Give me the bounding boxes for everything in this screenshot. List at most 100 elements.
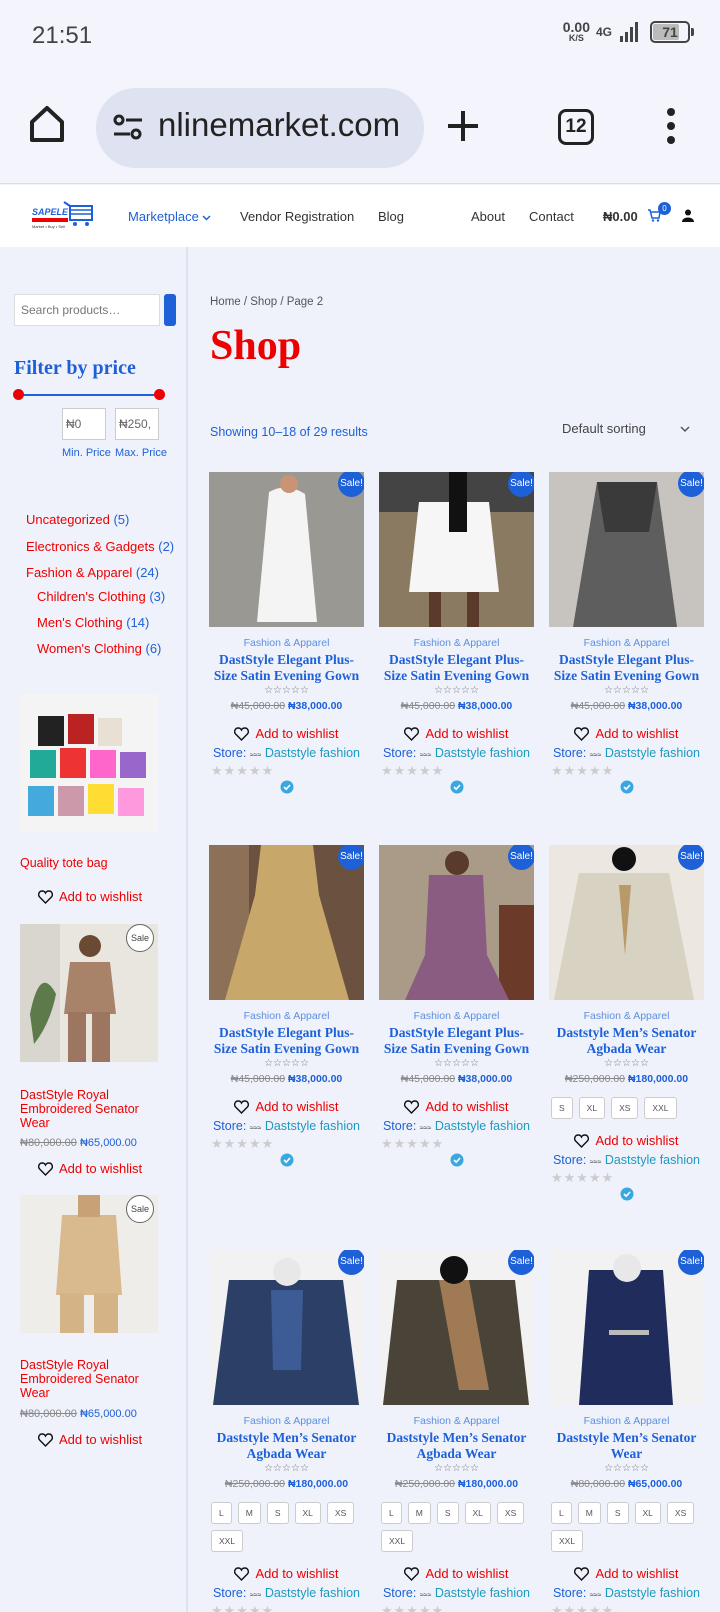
tabs-icon[interactable]: 12 <box>558 109 594 145</box>
size-option[interactable]: XXL <box>644 1097 677 1119</box>
price-slider-max-handle[interactable] <box>154 389 165 400</box>
add-to-wishlist-link[interactable]: Add to wishlist <box>209 1566 364 1581</box>
product-image[interactable]: Sale! <box>209 472 364 627</box>
product-category[interactable]: Fashion & Apparel <box>549 1415 704 1427</box>
size-option[interactable]: XL <box>634 1502 661 1524</box>
site-settings-icon[interactable] <box>112 112 144 142</box>
add-to-wishlist-link[interactable]: Add to wishlist <box>38 889 142 904</box>
new-tab-icon[interactable] <box>446 109 480 143</box>
store-link[interactable]: Store: ≈≈≈ Daststyle fashion <box>209 746 364 760</box>
size-option[interactable]: S <box>606 1502 629 1524</box>
add-to-wishlist-link[interactable]: Add to wishlist <box>38 1161 142 1176</box>
product-category[interactable]: Fashion & Apparel <box>379 1415 534 1427</box>
product-category[interactable]: Fashion & Apparel <box>549 637 704 649</box>
product-image[interactable]: Sale! <box>549 845 704 1000</box>
size-option[interactable]: XS <box>326 1502 355 1524</box>
product-image-tote-bag[interactable] <box>20 694 158 832</box>
cart-total[interactable]: ₦0.00 <box>603 209 638 224</box>
url-text[interactable]: nlinemarket.com <box>158 106 408 144</box>
product-card[interactable]: Sale! Fashion & Apparel DastStyle Elegant … <box>209 845 364 1167</box>
store-link[interactable]: Store: ≈≈≈ Daststyle fashion <box>209 1119 364 1133</box>
product-card[interactable]: Sale! Fashion & Apparel DastStyle Elegant … <box>379 472 534 794</box>
max-price-input[interactable]: ₦250, <box>115 408 159 440</box>
product-title[interactable]: DastStyle Elegant Plus-Size Satin Evenin… <box>209 652 364 684</box>
add-to-wishlist-link[interactable]: Add to wishlist <box>209 1099 364 1114</box>
product-image-senator-wear[interactable]: Sale <box>20 924 158 1062</box>
product-category[interactable]: Fashion & Apparel <box>209 1010 364 1022</box>
add-to-wishlist-link[interactable]: Add to wishlist <box>38 1432 142 1447</box>
price-slider-min-handle[interactable] <box>13 389 24 400</box>
nav-about[interactable]: About <box>471 209 505 224</box>
size-option[interactable]: XXL <box>381 1530 414 1552</box>
size-option[interactable]: XL <box>294 1502 321 1524</box>
product-title[interactable]: Daststyle Men’s Senator Agbada Wear <box>209 1430 364 1462</box>
sidebar-product-title[interactable]: DastStyle Royal Embroidered Senator Wear <box>20 1088 170 1130</box>
product-title[interactable]: Daststyle Men’s Senator Agbada Wear <box>549 1025 704 1057</box>
product-category[interactable]: Fashion & Apparel <box>379 1010 534 1022</box>
product-category[interactable]: Fashion & Apparel <box>549 1010 704 1022</box>
sorting-select[interactable]: Default sorting <box>562 421 690 436</box>
nav-marketplace[interactable]: Marketplace <box>128 209 211 224</box>
product-title[interactable]: Daststyle Men’s Senator Agbada Wear <box>379 1430 534 1462</box>
store-link[interactable]: Store: ≈≈≈ Daststyle fashion <box>379 746 534 760</box>
more-icon[interactable] <box>664 106 678 146</box>
add-to-wishlist-link[interactable]: Add to wishlist <box>379 726 534 741</box>
store-link[interactable]: Store: ≈≈≈ Daststyle fashion <box>379 1119 534 1133</box>
product-title[interactable]: DastStyle Elegant Plus-Size Satin Evenin… <box>549 652 704 684</box>
nav-blog[interactable]: Blog <box>378 209 404 224</box>
price-slider-track[interactable] <box>18 394 160 396</box>
size-option[interactable]: L <box>381 1502 402 1524</box>
size-option[interactable]: XS <box>496 1502 525 1524</box>
size-option[interactable]: XL <box>464 1502 491 1524</box>
nav-vendor-registration[interactable]: Vendor Registration <box>240 209 354 224</box>
product-image[interactable]: Sale! <box>379 1250 534 1405</box>
sidebar-product-title[interactable]: DastStyle Royal Embroidered Senator Wear <box>20 1358 170 1400</box>
add-to-wishlist-link[interactable]: Add to wishlist <box>379 1099 534 1114</box>
product-card[interactable]: Sale! Fashion & Apparel DastStyle Elegant … <box>379 845 534 1167</box>
breadcrumb[interactable]: Home / Shop / Page 2 <box>210 296 323 308</box>
size-option[interactable]: S <box>551 1097 573 1119</box>
address-bar[interactable]: nlinemarket.com <box>96 88 424 168</box>
size-option[interactable]: S <box>266 1502 289 1524</box>
home-icon[interactable] <box>28 104 66 144</box>
product-card[interactable]: Sale! Fashion & Apparel Daststyle Men’s Se… <box>549 1250 704 1612</box>
add-to-wishlist-link[interactable]: Add to wishlist <box>379 1566 534 1581</box>
category-uncategorized[interactable]: Uncategorized (5) <box>26 512 129 527</box>
product-image[interactable]: Sale! <box>549 1250 704 1405</box>
category-fashion[interactable]: Fashion & Apparel (24) <box>26 565 159 580</box>
product-title[interactable]: DastStyle Elegant Plus-Size Satin Evenin… <box>379 652 534 684</box>
store-link[interactable]: Store: ≈≈≈ Daststyle fashion <box>549 1153 704 1167</box>
add-to-wishlist-link[interactable]: Add to wishlist <box>549 1133 704 1148</box>
size-option[interactable]: L <box>551 1502 572 1524</box>
size-option[interactable]: L <box>211 1502 232 1524</box>
size-option[interactable]: M <box>407 1502 431 1524</box>
size-option[interactable]: XXL <box>211 1530 244 1552</box>
product-card[interactable]: Sale! Fashion & Apparel DastStyle Elegant … <box>549 472 704 794</box>
product-image[interactable]: Sale! <box>379 845 534 1000</box>
product-category[interactable]: Fashion & Apparel <box>209 637 364 649</box>
product-image[interactable]: Sale! <box>549 472 704 627</box>
store-link[interactable]: Store: ≈≈≈ Daststyle fashion <box>209 1586 364 1600</box>
store-link[interactable]: Store: ≈≈≈ Daststyle fashion <box>549 1586 704 1600</box>
category-electronics[interactable]: Electronics & Gadgets (2) <box>26 539 174 554</box>
size-option[interactable]: M <box>577 1502 601 1524</box>
min-price-input[interactable]: ₦0 <box>62 408 106 440</box>
nav-contact[interactable]: Contact <box>529 209 574 224</box>
product-category[interactable]: Fashion & Apparel <box>379 637 534 649</box>
sidebar-product-title[interactable]: Quality tote bag <box>20 856 170 870</box>
product-image-senator-wear[interactable]: Sale <box>20 1195 158 1333</box>
store-link[interactable]: Store: ≈≈≈ Daststyle fashion <box>379 1586 534 1600</box>
search-input[interactable]: Search products… <box>14 294 160 326</box>
category-childrens-clothing[interactable]: Children's Clothing (3) <box>37 589 165 604</box>
product-category[interactable]: Fashion & Apparel <box>209 1415 364 1427</box>
add-to-wishlist-link[interactable]: Add to wishlist <box>549 726 704 741</box>
add-to-wishlist-link[interactable]: Add to wishlist <box>549 1566 704 1581</box>
size-option[interactable]: XS <box>666 1502 695 1524</box>
store-link[interactable]: Store: ≈≈≈ Daststyle fashion <box>549 746 704 760</box>
product-card[interactable]: Sale! Fashion & Apparel DastStyle Elegant … <box>209 472 364 794</box>
size-option[interactable]: XXL <box>551 1530 584 1552</box>
product-title[interactable]: Daststyle Men’s Senator Wear <box>549 1430 704 1462</box>
category-womens-clothing[interactable]: Women's Clothing (6) <box>37 641 161 656</box>
size-option[interactable]: S <box>436 1502 459 1524</box>
site-logo[interactable]: SAPELE Market • Buy • Sell <box>30 199 96 235</box>
